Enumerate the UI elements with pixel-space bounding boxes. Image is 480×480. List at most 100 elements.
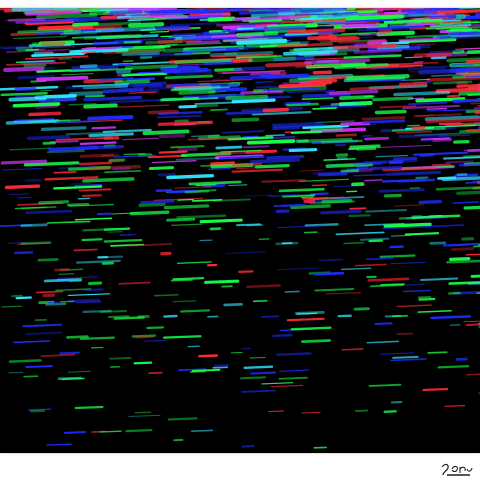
light-streak bbox=[429, 241, 447, 245]
light-streak bbox=[247, 56, 297, 63]
light-streak bbox=[139, 89, 160, 93]
light-streak bbox=[229, 58, 253, 63]
light-streak bbox=[430, 315, 472, 320]
light-streak bbox=[398, 81, 428, 87]
light-streak bbox=[167, 417, 198, 421]
light-streak bbox=[362, 119, 406, 124]
light-streak bbox=[452, 98, 480, 103]
light-streak bbox=[374, 109, 407, 115]
light-streak bbox=[78, 188, 112, 192]
light-streak bbox=[449, 67, 480, 73]
light-streak bbox=[149, 30, 170, 33]
light-streak bbox=[348, 214, 371, 218]
light-streak bbox=[108, 231, 123, 233]
light-streak bbox=[46, 149, 86, 154]
light-streak bbox=[345, 73, 410, 81]
light-streak bbox=[425, 117, 480, 124]
light-streak bbox=[178, 104, 198, 109]
light-streak bbox=[398, 37, 441, 42]
light-streak bbox=[8, 371, 24, 374]
light-streak bbox=[376, 21, 404, 25]
light-streak bbox=[58, 273, 75, 275]
light-streak bbox=[325, 91, 348, 94]
light-streak bbox=[63, 430, 87, 434]
light-streak bbox=[275, 241, 299, 246]
light-streak bbox=[20, 223, 48, 228]
light-streak bbox=[383, 222, 432, 228]
light-streak bbox=[241, 389, 276, 393]
light-streak bbox=[81, 194, 102, 198]
light-streak bbox=[124, 64, 178, 70]
light-streak bbox=[364, 136, 390, 141]
light-streak bbox=[14, 86, 37, 92]
light-streak bbox=[432, 137, 453, 142]
light-streak bbox=[191, 198, 223, 202]
light-streak bbox=[174, 119, 189, 123]
light-streak bbox=[260, 315, 280, 318]
light-streak bbox=[81, 238, 103, 242]
light-streak bbox=[309, 78, 338, 84]
light-streak bbox=[466, 66, 480, 68]
light-streak bbox=[273, 8, 346, 13]
light-streak bbox=[29, 409, 46, 413]
light-streak bbox=[180, 9, 208, 15]
light-streak bbox=[464, 51, 480, 55]
light-streak bbox=[108, 315, 130, 318]
light-streak bbox=[118, 63, 133, 67]
light-streak bbox=[184, 190, 210, 194]
light-streak bbox=[296, 313, 311, 315]
light-streak bbox=[36, 13, 98, 20]
light-streak bbox=[354, 409, 369, 412]
light-streak bbox=[198, 354, 218, 358]
light-streak bbox=[360, 237, 390, 241]
light-streak bbox=[103, 227, 131, 231]
light-streak bbox=[181, 35, 212, 40]
light-streak bbox=[442, 156, 480, 160]
light-streak bbox=[254, 81, 274, 84]
light-streak bbox=[249, 158, 301, 164]
light-streak bbox=[268, 194, 300, 197]
light-streak bbox=[83, 103, 118, 109]
light-streak bbox=[36, 75, 89, 82]
light-streak bbox=[307, 35, 337, 41]
light-streak bbox=[310, 126, 343, 132]
light-streak bbox=[57, 57, 72, 60]
light-streak bbox=[230, 74, 283, 80]
light-streak bbox=[389, 245, 405, 249]
light-streak bbox=[53, 171, 77, 174]
light-streak bbox=[24, 178, 42, 182]
light-streak bbox=[406, 124, 420, 127]
light-streak bbox=[262, 107, 289, 113]
light-streak bbox=[210, 108, 228, 111]
light-streak bbox=[166, 173, 215, 180]
light-streak bbox=[407, 66, 447, 71]
light-streak bbox=[158, 150, 188, 154]
light-streak bbox=[466, 373, 480, 376]
light-streak bbox=[452, 201, 480, 204]
light-streak bbox=[435, 87, 480, 94]
light-streak bbox=[225, 110, 263, 116]
light-streak bbox=[172, 31, 227, 38]
light-streak bbox=[404, 232, 440, 236]
light-streak bbox=[40, 126, 87, 132]
light-streak bbox=[266, 154, 305, 160]
light-streak bbox=[463, 123, 480, 127]
light-streak bbox=[301, 92, 351, 98]
light-streak bbox=[289, 48, 318, 53]
light-streak bbox=[368, 383, 402, 387]
light-streak bbox=[213, 364, 230, 367]
light-streak bbox=[442, 243, 471, 247]
light-streak bbox=[341, 23, 381, 28]
light-streak bbox=[216, 150, 260, 155]
light-streak bbox=[59, 351, 80, 355]
light-streak bbox=[148, 371, 163, 375]
light-streak bbox=[148, 166, 175, 170]
light-streak bbox=[349, 207, 367, 210]
light-streak bbox=[463, 205, 480, 210]
light-streak bbox=[158, 133, 186, 139]
light-streak bbox=[284, 290, 300, 293]
light-streak bbox=[160, 97, 200, 102]
light-streak bbox=[317, 76, 343, 80]
light-streak bbox=[177, 147, 198, 152]
light-streak bbox=[243, 365, 274, 369]
